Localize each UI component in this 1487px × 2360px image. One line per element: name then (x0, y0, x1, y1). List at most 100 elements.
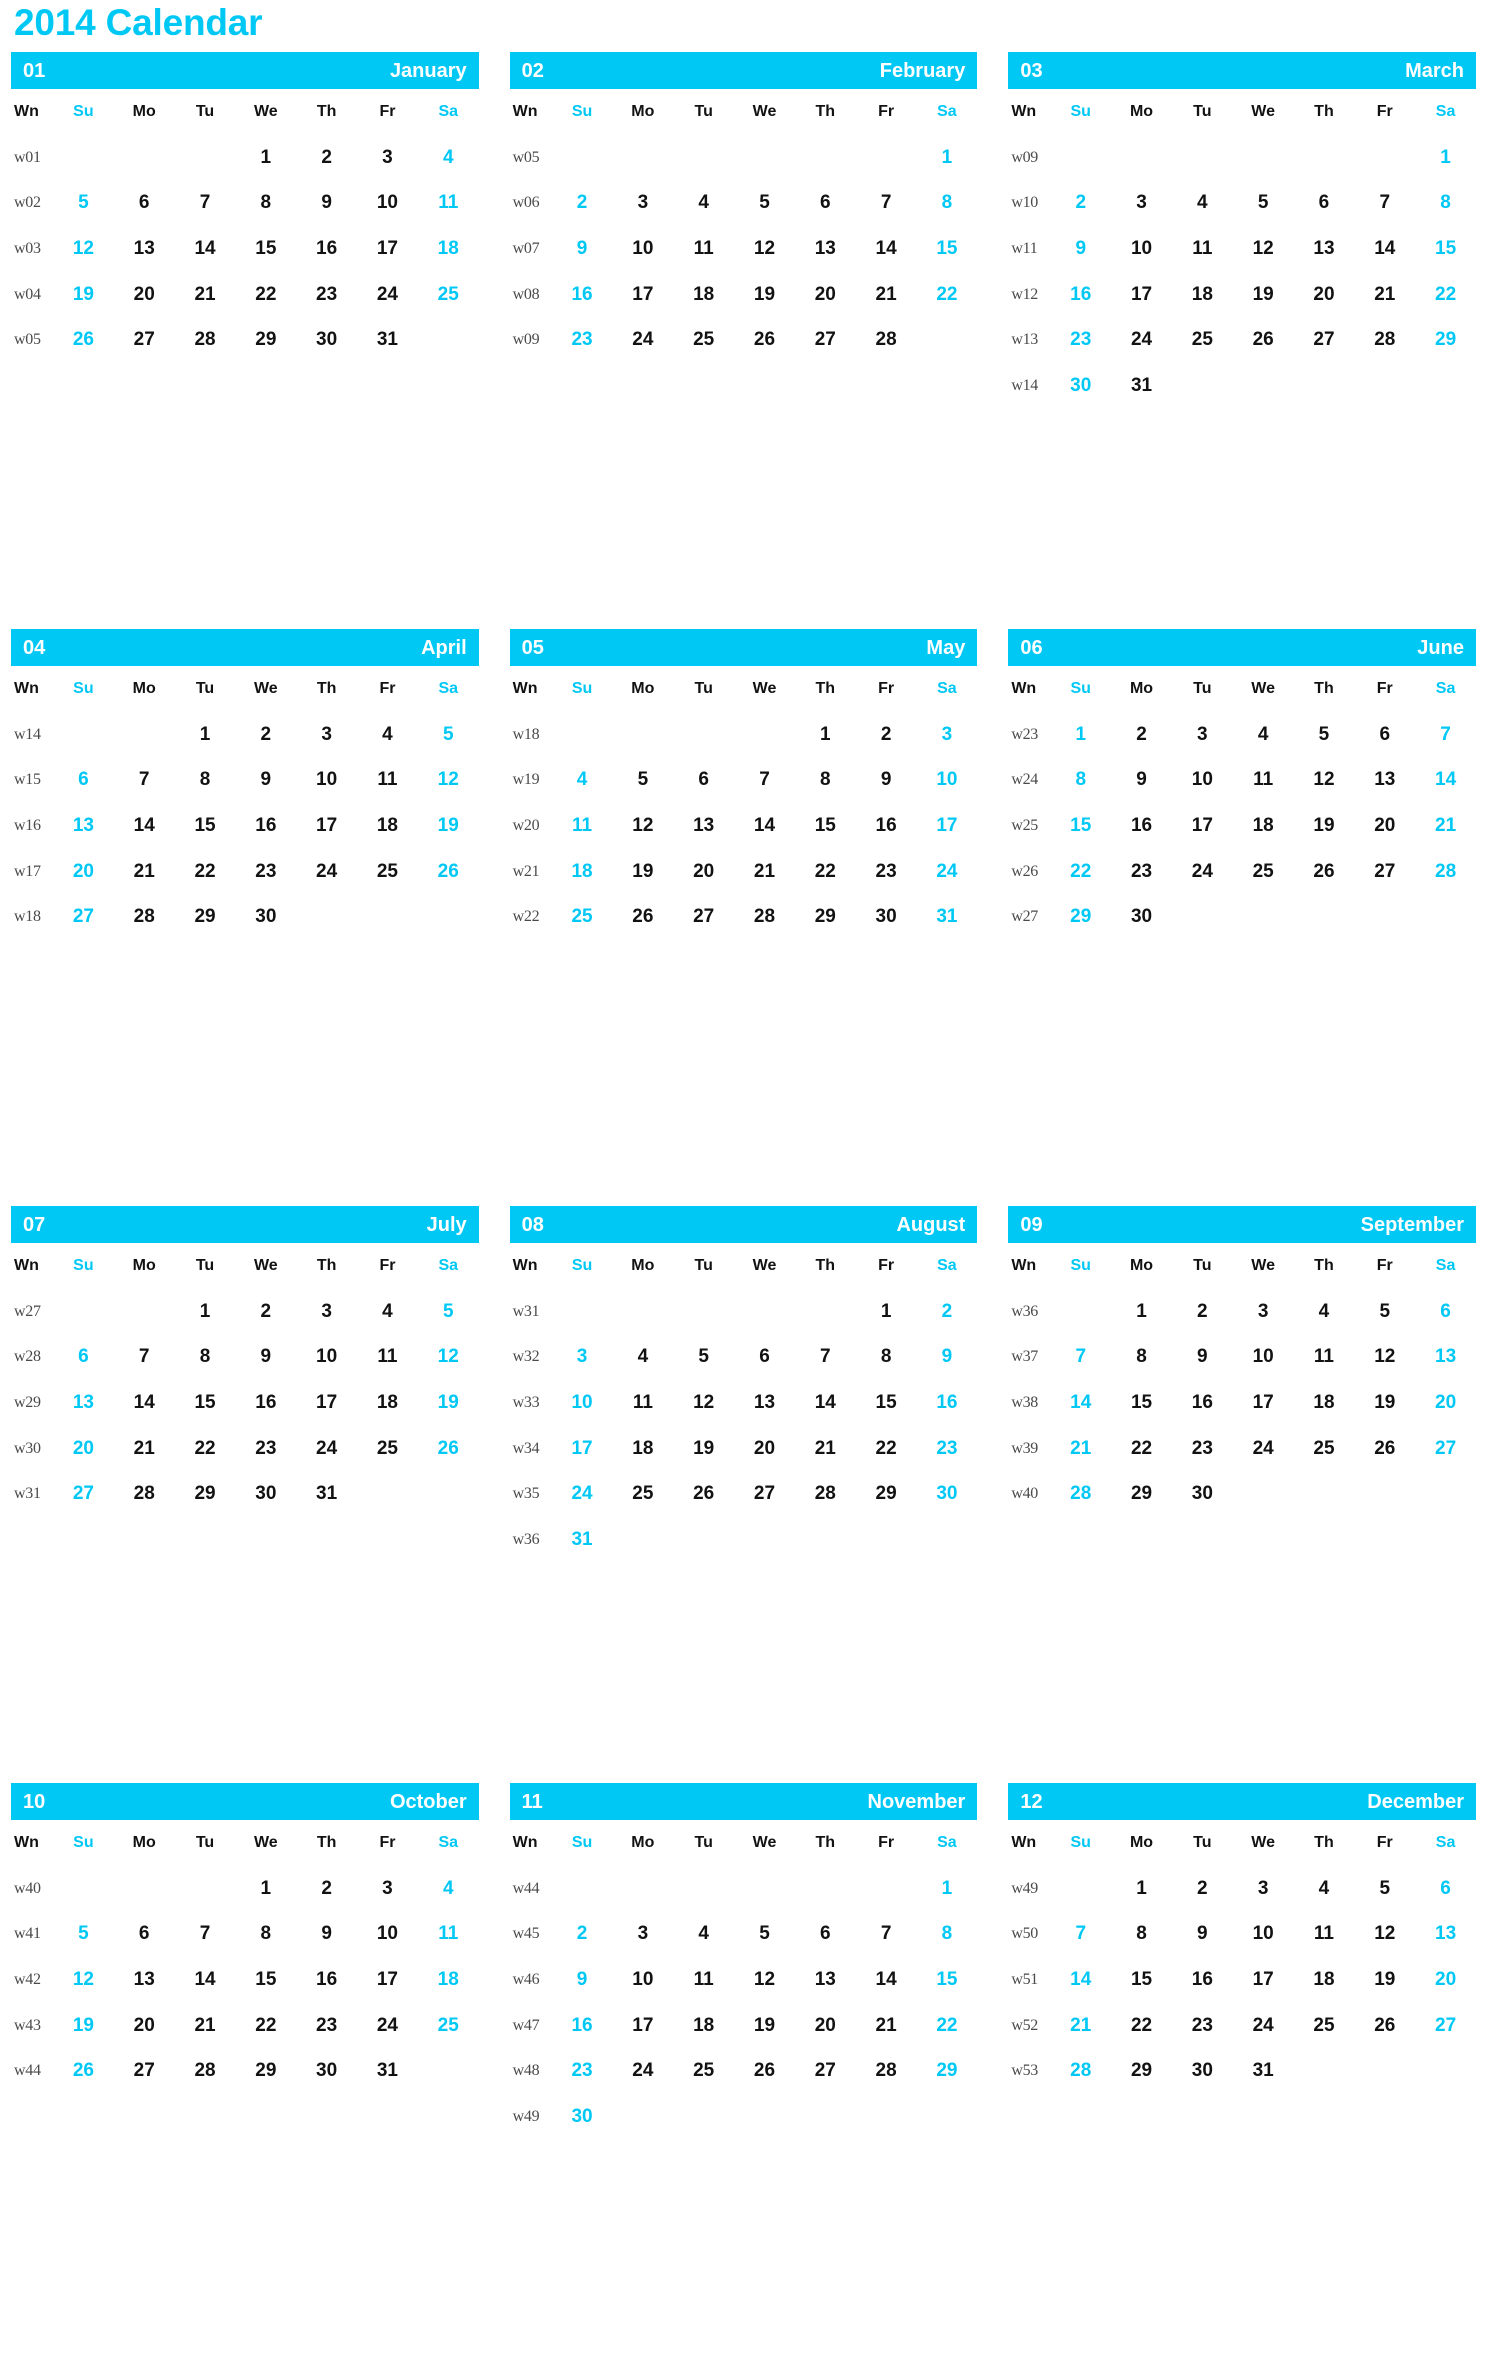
day-cell[interactable]: 21 (1354, 284, 1415, 306)
day-cell[interactable]: 12 (734, 1969, 795, 1991)
day-cell[interactable]: 20 (53, 861, 114, 883)
day-cell[interactable]: 9 (1172, 1346, 1233, 1368)
day-cell[interactable]: 11 (1294, 1346, 1355, 1368)
day-cell[interactable]: 21 (175, 284, 236, 306)
day-cell[interactable]: 13 (1415, 1923, 1476, 1945)
day-cell[interactable]: 18 (357, 815, 418, 837)
day-cell[interactable]: 22 (1050, 861, 1111, 883)
day-cell[interactable]: 28 (175, 2060, 236, 2082)
day-cell[interactable]: 18 (1233, 815, 1294, 837)
day-cell[interactable]: 27 (1294, 329, 1355, 351)
day-cell[interactable]: 5 (612, 769, 673, 791)
day-cell[interactable]: 16 (235, 1392, 296, 1414)
day-cell[interactable]: 10 (552, 1392, 613, 1414)
day-cell[interactable]: 30 (235, 1483, 296, 1505)
day-cell[interactable]: 22 (1111, 2015, 1172, 2037)
day-cell[interactable]: 5 (1233, 192, 1294, 214)
day-cell[interactable]: 19 (1294, 815, 1355, 837)
day-cell[interactable]: 9 (552, 1969, 613, 1991)
day-cell[interactable]: 27 (734, 1483, 795, 1505)
day-cell[interactable]: 19 (53, 284, 114, 306)
day-cell[interactable]: 8 (175, 769, 236, 791)
day-cell[interactable]: 3 (612, 192, 673, 214)
day-cell[interactable]: 28 (114, 1483, 175, 1505)
day-cell[interactable]: 26 (734, 2060, 795, 2082)
day-cell[interactable]: 14 (1050, 1969, 1111, 1991)
day-cell[interactable]: 27 (673, 906, 734, 928)
day-cell[interactable]: 5 (53, 1923, 114, 1945)
day-cell[interactable]: 21 (856, 284, 917, 306)
day-cell[interactable]: 7 (795, 1346, 856, 1368)
day-cell[interactable]: 15 (235, 238, 296, 260)
day-cell[interactable]: 21 (734, 861, 795, 883)
day-cell[interactable]: 11 (1233, 769, 1294, 791)
day-cell[interactable]: 1 (235, 1878, 296, 1900)
day-cell[interactable]: 8 (917, 1923, 978, 1945)
day-cell[interactable]: 13 (795, 238, 856, 260)
day-cell[interactable]: 15 (1111, 1392, 1172, 1414)
day-cell[interactable]: 7 (1354, 192, 1415, 214)
day-cell[interactable]: 12 (1354, 1346, 1415, 1368)
day-cell[interactable]: 14 (175, 238, 236, 260)
day-cell[interactable]: 10 (1233, 1346, 1294, 1368)
day-cell[interactable]: 1 (917, 1878, 978, 1900)
day-cell[interactable]: 8 (1111, 1346, 1172, 1368)
day-cell[interactable]: 7 (175, 1923, 236, 1945)
day-cell[interactable]: 25 (418, 2015, 479, 2037)
day-cell[interactable]: 13 (1415, 1346, 1476, 1368)
day-cell[interactable]: 14 (1050, 1392, 1111, 1414)
day-cell[interactable]: 30 (1111, 906, 1172, 928)
day-cell[interactable]: 29 (235, 329, 296, 351)
day-cell[interactable]: 4 (418, 1878, 479, 1900)
day-cell[interactable]: 26 (1294, 861, 1355, 883)
day-cell[interactable]: 25 (1172, 329, 1233, 351)
day-cell[interactable]: 18 (673, 284, 734, 306)
day-cell[interactable]: 16 (235, 815, 296, 837)
day-cell[interactable]: 27 (1354, 861, 1415, 883)
day-cell[interactable]: 26 (673, 1483, 734, 1505)
day-cell[interactable]: 2 (552, 1923, 613, 1945)
day-cell[interactable]: 16 (1050, 284, 1111, 306)
day-cell[interactable]: 13 (53, 1392, 114, 1414)
day-cell[interactable]: 29 (175, 1483, 236, 1505)
day-cell[interactable]: 6 (53, 769, 114, 791)
day-cell[interactable]: 3 (612, 1923, 673, 1945)
day-cell[interactable]: 11 (673, 1969, 734, 1991)
day-cell[interactable]: 26 (1233, 329, 1294, 351)
day-cell[interactable]: 20 (795, 2015, 856, 2037)
day-cell[interactable]: 6 (1294, 192, 1355, 214)
day-cell[interactable]: 24 (357, 284, 418, 306)
day-cell[interactable]: 9 (1111, 769, 1172, 791)
day-cell[interactable]: 22 (175, 861, 236, 883)
day-cell[interactable]: 22 (175, 1438, 236, 1460)
day-cell[interactable]: 18 (418, 238, 479, 260)
day-cell[interactable]: 5 (734, 192, 795, 214)
day-cell[interactable]: 30 (1172, 2060, 1233, 2082)
day-cell[interactable]: 3 (1111, 192, 1172, 214)
day-cell[interactable]: 22 (1111, 1438, 1172, 1460)
day-cell[interactable]: 29 (1050, 906, 1111, 928)
day-cell[interactable]: 27 (53, 1483, 114, 1505)
day-cell[interactable]: 14 (114, 1392, 175, 1414)
day-cell[interactable]: 24 (1172, 861, 1233, 883)
day-cell[interactable]: 27 (1415, 1438, 1476, 1460)
day-cell[interactable]: 7 (114, 1346, 175, 1368)
day-cell[interactable]: 8 (1050, 769, 1111, 791)
day-cell[interactable]: 31 (296, 1483, 357, 1505)
day-cell[interactable]: 26 (734, 329, 795, 351)
day-cell[interactable]: 20 (1354, 815, 1415, 837)
day-cell[interactable]: 25 (1294, 2015, 1355, 2037)
day-cell[interactable]: 4 (552, 769, 613, 791)
day-cell[interactable]: 14 (1354, 238, 1415, 260)
day-cell[interactable]: 9 (235, 769, 296, 791)
day-cell[interactable]: 26 (53, 2060, 114, 2082)
day-cell[interactable]: 17 (552, 1438, 613, 1460)
day-cell[interactable]: 19 (53, 2015, 114, 2037)
day-cell[interactable]: 11 (1294, 1923, 1355, 1945)
day-cell[interactable]: 11 (357, 1346, 418, 1368)
day-cell[interactable]: 27 (1415, 2015, 1476, 2037)
day-cell[interactable]: 23 (552, 329, 613, 351)
day-cell[interactable]: 12 (53, 238, 114, 260)
day-cell[interactable]: 9 (296, 1923, 357, 1945)
day-cell[interactable]: 5 (53, 192, 114, 214)
